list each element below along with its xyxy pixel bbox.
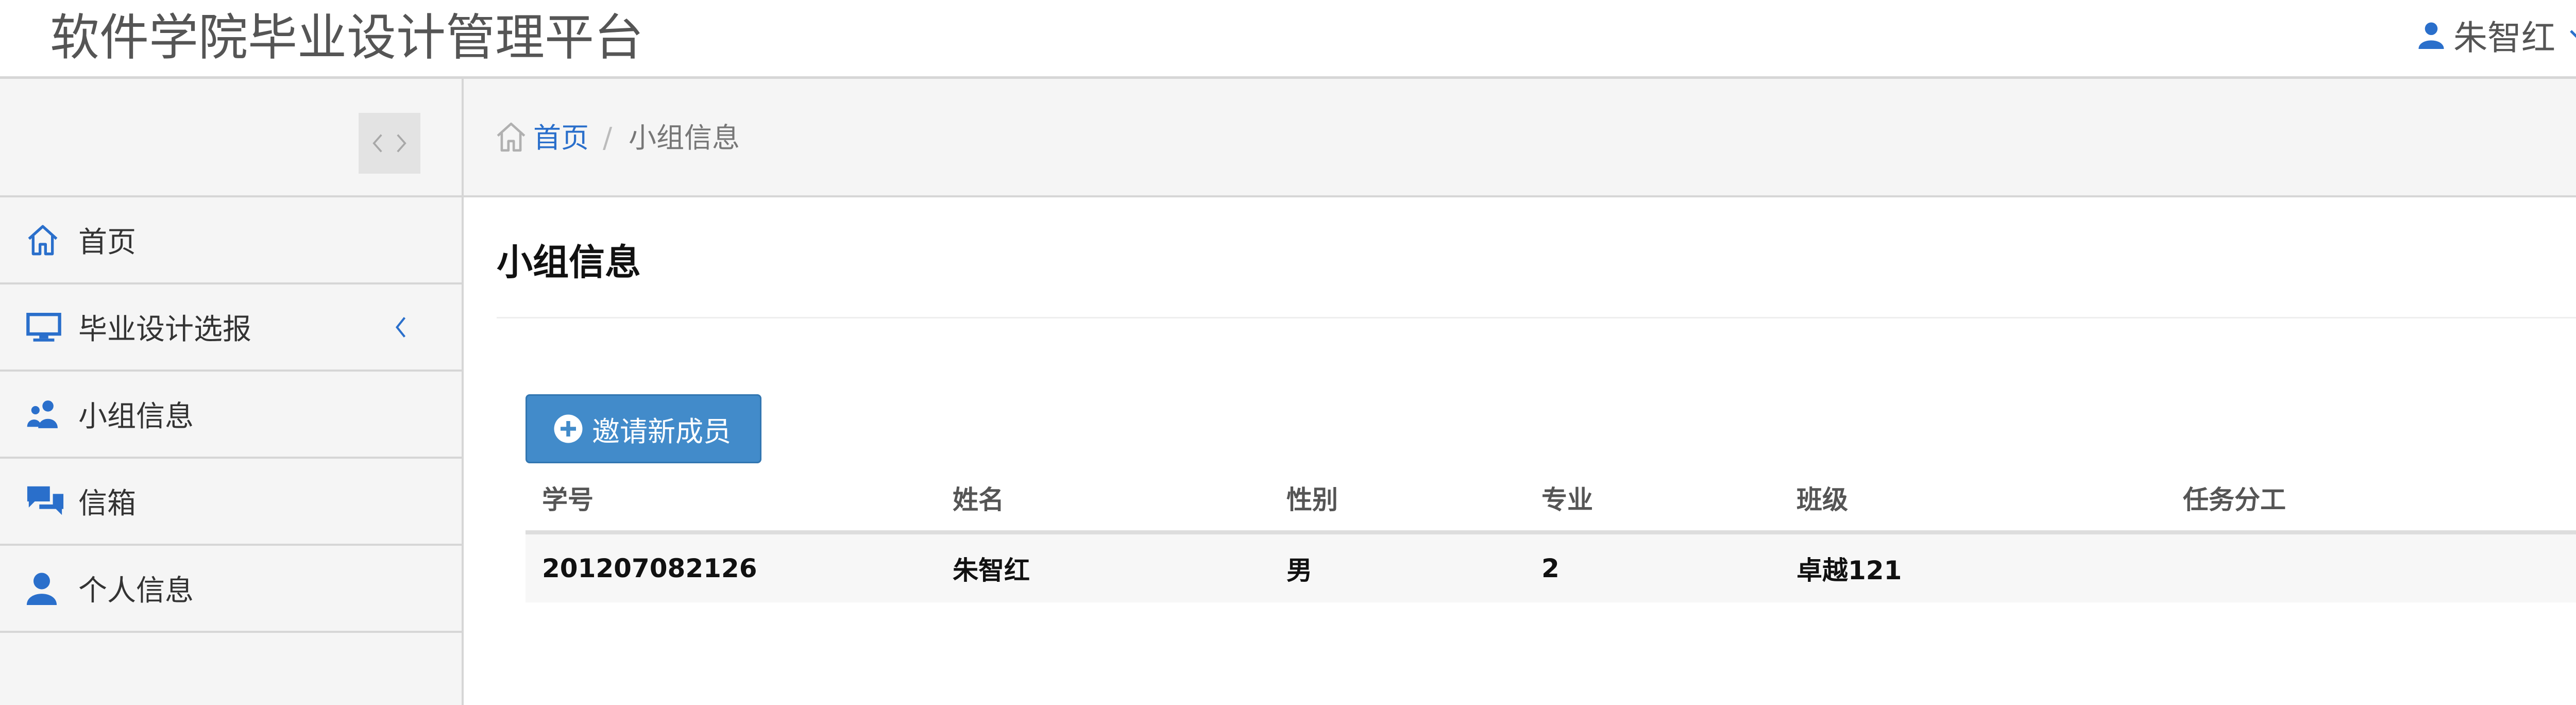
monitor-icon [26, 312, 62, 343]
top-header: 软件学院毕业设计管理平台 朱智红 [0, 0, 2576, 79]
user-name: 朱智红 [2453, 18, 2555, 58]
sidebar-item-group-info[interactable]: 小组信息 [0, 372, 462, 459]
home-icon [495, 121, 528, 153]
breadcrumb-current: 小组信息 [629, 122, 740, 154]
sidebar-item-label: 毕业设计选报 [78, 313, 251, 346]
sidebar-item-mailbox[interactable]: 信箱 [0, 459, 462, 546]
sidebar-item-label: 首页 [78, 226, 136, 259]
sidebar-item-home[interactable]: 首页 [0, 197, 462, 284]
sidebar-item-label: 信箱 [78, 487, 136, 521]
users-icon [26, 398, 62, 430]
sidebar: 首页 毕业设计选报 小组信息 信箱 个人信息 [0, 79, 464, 705]
invite-member-label: 邀请新成员 [592, 415, 731, 448]
invite-member-button[interactable]: 邀请新成员 [526, 394, 761, 463]
column-header-major: 专业 [1525, 465, 1780, 534]
chat-icon [26, 484, 65, 518]
cell-student-id: 201207082126 [526, 532, 936, 602]
main-content: 小组信息 邀请新成员 学号 姓名 性别 专业 班级 任务分工 201207082… [466, 197, 2576, 705]
user-icon [2418, 21, 2444, 49]
chevron-right-icon [397, 134, 406, 153]
breadcrumb: 首页 / 小组信息 [464, 79, 2576, 197]
cell-task [2166, 532, 2576, 602]
page-title: 小组信息 [497, 241, 641, 283]
sidebar-item-graduation-project[interactable]: 毕业设计选报 [0, 284, 462, 372]
chevron-down-icon [2565, 28, 2576, 42]
table-header-row: 学号 姓名 性别 专业 班级 任务分工 [526, 465, 2576, 534]
sidebar-item-label: 小组信息 [78, 400, 194, 433]
chevron-left-icon [394, 314, 408, 340]
table-row: 201207082126 朱智红 男 2 卓越121 [526, 532, 2576, 602]
user-icon [26, 572, 58, 605]
column-header-gender: 性别 [1270, 465, 1525, 534]
title-divider [497, 317, 2576, 318]
cell-major: 2 [1525, 532, 1780, 602]
sidebar-item-profile[interactable]: 个人信息 [0, 546, 462, 633]
column-header-student-id: 学号 [526, 465, 936, 534]
plus-circle-icon [554, 414, 583, 443]
column-header-task: 任务分工 [2166, 465, 2576, 534]
cell-name: 朱智红 [936, 532, 1270, 602]
sidebar-item-label: 个人信息 [78, 574, 194, 608]
column-header-class: 班级 [1780, 465, 2166, 534]
app-title: 软件学院毕业设计管理平台 [50, 9, 643, 66]
member-table: 学号 姓名 性别 专业 班级 任务分工 201207082126 朱智红 男 2… [526, 465, 2576, 602]
column-header-name: 姓名 [936, 465, 1270, 534]
chevron-left-icon [372, 134, 382, 153]
home-icon [26, 224, 60, 257]
breadcrumb-separator: / [603, 122, 613, 154]
cell-class: 卓越121 [1780, 532, 2166, 602]
user-menu[interactable]: 朱智红 [2418, 9, 2576, 61]
sidebar-collapse-toggle[interactable] [359, 113, 420, 174]
sidebar-toggle-row [0, 79, 462, 197]
breadcrumb-home-link[interactable]: 首页 [533, 121, 589, 155]
cell-gender: 男 [1270, 532, 1525, 602]
